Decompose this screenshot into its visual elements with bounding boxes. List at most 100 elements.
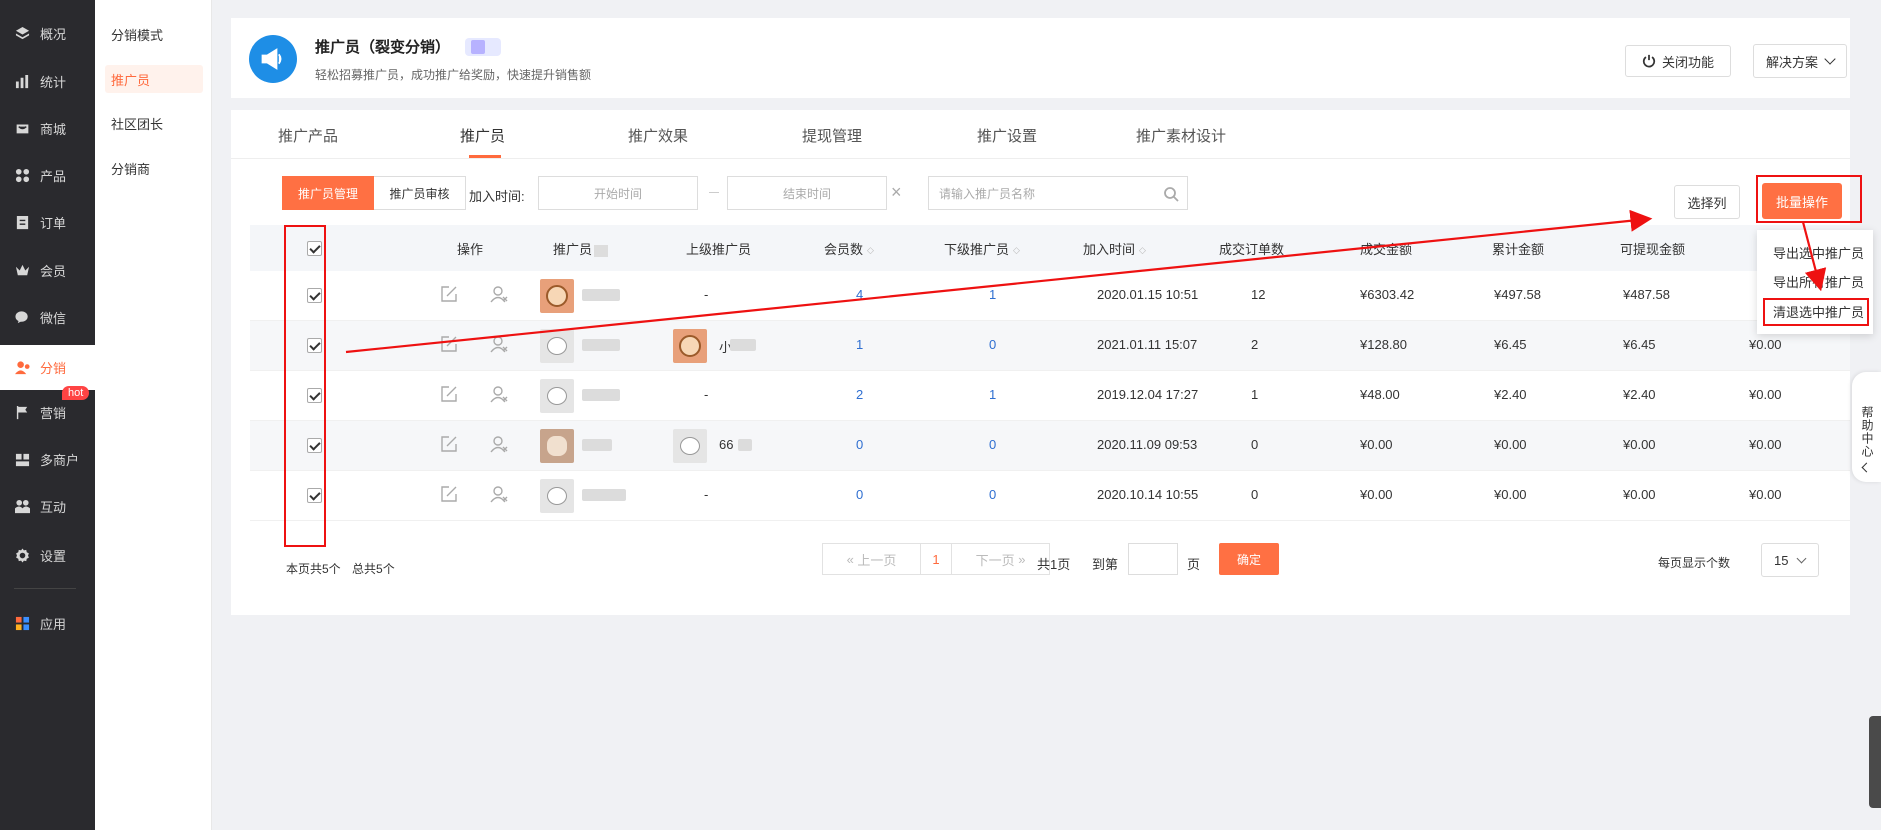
stats-icon	[14, 73, 30, 89]
goto-page-input[interactable]	[1128, 543, 1178, 575]
page-count-text: 本页共5个 总共5个	[286, 560, 395, 577]
help-label: 帮助中心	[1860, 406, 1874, 458]
subs-link[interactable]: 0	[989, 487, 996, 502]
join-time-cell: 2020.01.15 10:51	[1097, 287, 1199, 302]
withdrawn-cell: ¥0.00	[1749, 487, 1782, 502]
members-link[interactable]: 4	[856, 287, 863, 302]
edit-icon[interactable]	[440, 385, 458, 403]
tab-promote-effect[interactable]: 推广效果	[628, 125, 688, 146]
tab-promote-products[interactable]: 推广产品	[278, 125, 338, 146]
nav-item-stats[interactable]: 统计	[0, 61, 95, 101]
annotation-box-checkboxes	[284, 225, 326, 547]
remove-user-icon[interactable]	[490, 285, 508, 303]
edit-icon[interactable]	[440, 435, 458, 453]
mall-icon	[14, 120, 30, 136]
col-members[interactable]: 会员数 ◇	[824, 239, 874, 258]
select-columns-button[interactable]: 选择列	[1674, 185, 1740, 219]
next-page-button[interactable]: 下一页 »	[951, 543, 1050, 575]
solution-dropdown[interactable]: 解决方案	[1753, 44, 1847, 78]
edit-icon[interactable]	[440, 285, 458, 303]
crown-icon	[14, 262, 30, 278]
total-count: 总共5个	[352, 562, 395, 576]
submenu-item-community-leader[interactable]: 社区团长	[105, 109, 203, 137]
tab-promote-settings[interactable]: 推广设置	[977, 125, 1037, 146]
nav-item-settings[interactable]: 设置	[0, 535, 95, 575]
power-icon	[1642, 54, 1656, 68]
members-link[interactable]: 0	[856, 437, 863, 452]
nav-label: 营销	[40, 405, 67, 421]
col-sub-promoters[interactable]: 下级推广员 ◇	[944, 239, 1020, 258]
nav-item-merchant[interactable]: 多商户	[0, 439, 95, 479]
remove-user-icon[interactable]	[490, 335, 508, 353]
end-date-input[interactable]: 结束时间	[727, 176, 887, 210]
remove-user-icon[interactable]	[490, 485, 508, 503]
sort-icon: ◇	[1013, 245, 1020, 256]
confirm-page-button[interactable]: 确定	[1219, 543, 1279, 575]
menu-export-all[interactable]: 导出所有推广员	[1773, 272, 1864, 291]
members-link[interactable]: 0	[856, 487, 863, 502]
start-date-input[interactable]: 开始时间	[538, 176, 698, 210]
promoter-manage-button[interactable]: 推广员管理	[282, 176, 374, 210]
col-withdrawable: 可提现金额	[1620, 242, 1686, 257]
feature-header: 推广员（裂变分销） 轻松招募推广员，成功推广给奖励，快速提升销售额 关闭功能 解…	[231, 18, 1850, 98]
tab-promoters[interactable]: 推广员	[460, 125, 505, 146]
col-promoter: 推广员	[553, 239, 609, 258]
search-icon	[1164, 187, 1179, 202]
prev-page-button[interactable]: « 上一页	[822, 543, 921, 575]
subs-link[interactable]: 1	[989, 387, 996, 402]
withdrawable-cell: ¥0.00	[1623, 437, 1656, 452]
col-members-label: 会员数	[824, 242, 864, 257]
menu-export-selected[interactable]: 导出选中推广员	[1773, 243, 1864, 262]
nav-item-wechat[interactable]: 微信	[0, 297, 95, 337]
nav-item-order[interactable]: 订单	[0, 202, 95, 242]
page-1-button[interactable]: 1	[920, 543, 952, 575]
help-center-tab[interactable]: 帮助中心	[1852, 372, 1881, 482]
submenu-item-promoter[interactable]: 推广员	[105, 65, 203, 93]
nav-label: 订单	[40, 215, 67, 231]
side-scroll-handle[interactable]	[1869, 716, 1881, 808]
submenu-item-distributor[interactable]: 分销商	[105, 154, 203, 182]
tab-material-design[interactable]: 推广素材设计	[1136, 125, 1226, 146]
withdrawable-cell: ¥6.45	[1623, 337, 1656, 352]
close-feature-button[interactable]: 关闭功能	[1625, 45, 1731, 77]
nav-item-product[interactable]: 产品	[0, 155, 95, 195]
members-link[interactable]: 2	[856, 387, 863, 402]
per-page-select[interactable]: 15	[1761, 543, 1819, 577]
blurred-text	[594, 244, 609, 257]
view-switch: 推广员管理 推广员审核	[282, 176, 466, 210]
prev-label: 上一页	[857, 552, 897, 568]
nav-item-apps[interactable]: 应用	[0, 603, 95, 643]
submenu-item-mode[interactable]: 分销模式	[105, 20, 203, 48]
col-parent-promoter: 上级推广员	[686, 242, 752, 257]
col-join-time[interactable]: 加入时间 ◇	[1083, 239, 1146, 258]
search-input[interactable]: 请输入推广员名称	[928, 176, 1188, 210]
deal-cell: ¥6303.42	[1360, 287, 1415, 302]
avatar	[540, 379, 574, 413]
subs-link[interactable]: 0	[989, 437, 996, 452]
nav-item-member[interactable]: 会员	[0, 250, 95, 290]
promoter-review-button[interactable]: 推广员审核	[374, 176, 466, 210]
nav-label: 分销	[40, 361, 67, 376]
nav-item-mall[interactable]: 商城	[0, 108, 95, 148]
nav-label: 微信	[40, 310, 67, 326]
blurred-name	[582, 389, 620, 401]
subs-link[interactable]: 0	[989, 337, 996, 352]
nav-label: 互动	[40, 499, 67, 515]
nav-label: 产品	[40, 168, 67, 184]
withdrawable-cell: ¥0.00	[1623, 487, 1656, 502]
edit-icon[interactable]	[440, 485, 458, 503]
order-icon	[14, 214, 30, 230]
nav-item-overview[interactable]: 概况	[0, 13, 95, 53]
tab-withdrawals[interactable]: 提现管理	[802, 125, 862, 146]
join-time-label: 加入时间:	[469, 189, 525, 204]
members-link[interactable]: 1	[856, 337, 863, 352]
nav-item-distribution[interactable]: 分销	[0, 345, 95, 390]
edit-icon[interactable]	[440, 335, 458, 353]
goto-label: 到第	[1092, 557, 1119, 572]
remove-user-icon[interactable]	[490, 435, 508, 453]
remove-user-icon[interactable]	[490, 385, 508, 403]
nav-item-marketing[interactable]: 营销	[0, 392, 95, 432]
clear-date-icon[interactable]: ×	[891, 182, 902, 203]
nav-item-interact[interactable]: 互动	[0, 486, 95, 526]
subs-link[interactable]: 1	[989, 287, 996, 302]
